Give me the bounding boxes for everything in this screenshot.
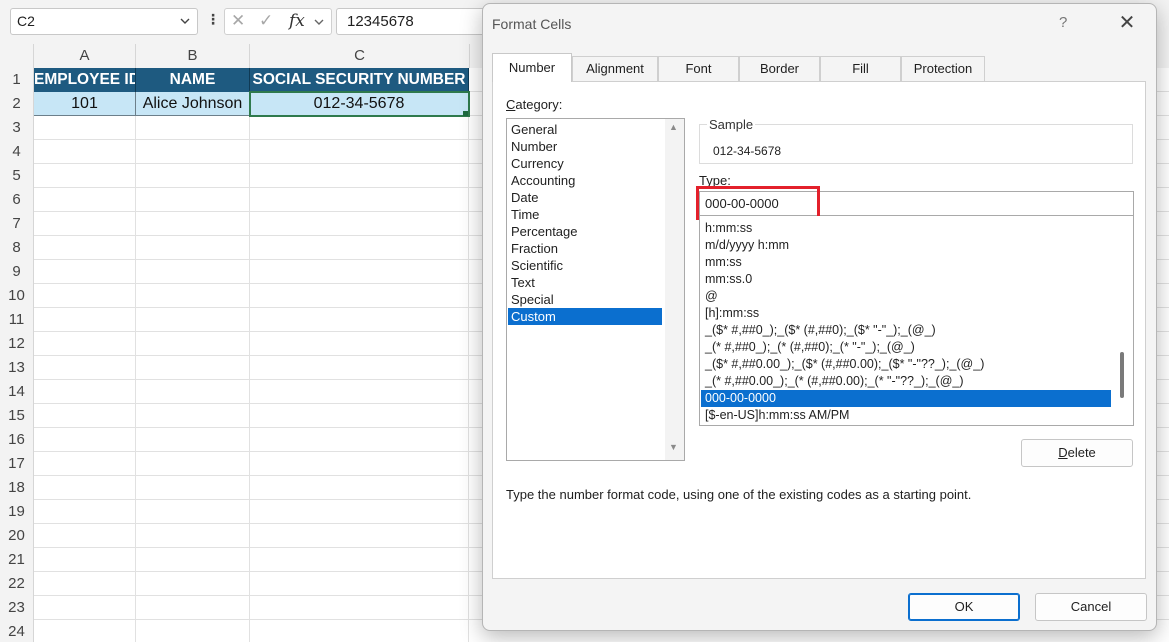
more-options-icon[interactable]: ⋮ [206, 11, 220, 28]
name-box-value: C2 [17, 13, 35, 29]
cell-a2[interactable]: 101 [34, 92, 136, 116]
row-header[interactable]: 22 [0, 572, 33, 596]
sample-value: 012-34-5678 [713, 144, 782, 158]
tab-number[interactable]: Number [492, 53, 572, 82]
row-header[interactable]: 11 [0, 308, 33, 332]
row-header[interactable]: 20 [0, 524, 33, 548]
tab-protection[interactable]: Protection [901, 56, 985, 81]
category-item[interactable]: Percentage [508, 223, 662, 240]
row-header[interactable]: 24 [0, 620, 33, 642]
category-item[interactable]: Custom [508, 308, 662, 325]
category-item[interactable]: Number [508, 138, 662, 155]
tab-fill[interactable]: Fill [820, 56, 901, 81]
tab-font[interactable]: Font [658, 56, 739, 81]
insert-function-icon[interactable]: fx [289, 11, 305, 31]
category-item[interactable]: Currency [508, 155, 662, 172]
category-list[interactable]: ▲ ▼ General Number Currency Accounting Date T… [506, 118, 685, 461]
cell-b1[interactable]: NAME [136, 68, 250, 92]
close-button[interactable]: ✕ [1113, 9, 1141, 37]
row-header[interactable]: 15 [0, 404, 33, 428]
column-header-b[interactable]: B [136, 44, 250, 68]
row-header[interactable]: 23 [0, 596, 33, 620]
select-all-corner[interactable] [0, 44, 34, 68]
row-header[interactable]: 9 [0, 260, 33, 284]
format-code-item[interactable]: mm:ss [701, 254, 1111, 271]
format-code-item[interactable]: _($* #,##0.00_);_($* (#,##0.00);_($* "-"… [701, 356, 1111, 373]
formula-buttons: ✕ ✓ fx [224, 8, 332, 35]
hint-text: Type the number format code, using one o… [506, 487, 972, 502]
row-header[interactable]: 12 [0, 332, 33, 356]
type-highlight-annotation [696, 186, 820, 220]
format-code-item[interactable]: [h]:mm:ss [701, 305, 1111, 322]
chevron-down-icon[interactable] [179, 9, 191, 42]
delete-button[interactable]: Delete [1021, 439, 1133, 467]
row-header[interactable]: 21 [0, 548, 33, 572]
format-code-item[interactable]: h:mm:ss [701, 220, 1111, 237]
cancel-entry-icon[interactable]: ✕ [231, 11, 245, 31]
format-code-item[interactable]: @ [701, 288, 1111, 305]
format-code-item[interactable]: _($* #,##0_);_($* (#,##0);_($* "-"_);_(@… [701, 322, 1111, 339]
category-item[interactable]: Fraction [508, 240, 662, 257]
scroll-thumb[interactable] [1120, 352, 1124, 398]
cell-c1[interactable]: SOCIAL SECURITY NUMBER [250, 68, 469, 92]
ok-button[interactable]: OK [908, 593, 1020, 621]
category-scrollbar[interactable]: ▲ ▼ [665, 119, 684, 460]
row-header[interactable]: 4 [0, 140, 33, 164]
row-header[interactable]: 8 [0, 236, 33, 260]
row-header[interactable]: 5 [0, 164, 33, 188]
fill-handle[interactable] [463, 111, 468, 116]
row-header[interactable]: 14 [0, 380, 33, 404]
chevron-down-icon[interactable] [313, 13, 325, 36]
category-item[interactable]: Text [508, 274, 662, 291]
row-header[interactable]: 10 [0, 284, 33, 308]
scroll-down-icon[interactable]: ▼ [669, 442, 678, 452]
format-code-list[interactable]: h:mm:ss m/d/yyyy h:mm mm:ss mm:ss.0 @ [h]:mm:… [699, 216, 1134, 426]
sample-label: Sample [707, 117, 756, 132]
row-header[interactable]: 16 [0, 428, 33, 452]
format-code-item[interactable]: 000-00-0000 [701, 390, 1111, 407]
cell-b2[interactable]: Alice Johnson [136, 92, 250, 116]
row-header[interactable]: 2 [0, 92, 33, 116]
format-list-scrollbar[interactable] [1111, 216, 1133, 425]
cell-c2[interactable]: 012-34-5678 [249, 91, 470, 117]
row-headers: 1 2 3 4 5 6 7 8 9 10 11 12 13 14 15 16 17 18 19 20 21 22 23 24 [0, 68, 34, 642]
row-header[interactable]: 13 [0, 356, 33, 380]
category-item[interactable]: Scientific [508, 257, 662, 274]
format-code-item[interactable]: [$-en-US]h:mm:ss AM/PM [701, 407, 1111, 424]
cell-a1[interactable]: EMPLOYEE ID [34, 68, 136, 92]
confirm-entry-icon[interactable]: ✓ [259, 11, 273, 31]
row-header[interactable]: 3 [0, 116, 33, 140]
category-item[interactable]: Date [508, 189, 662, 206]
sample-box: 012-34-5678 [699, 124, 1133, 164]
cancel-button[interactable]: Cancel [1035, 593, 1147, 621]
category-item[interactable]: Accounting [508, 172, 662, 189]
number-tab-panel: Category: ▲ ▼ General Number Currency Accou… [492, 81, 1146, 579]
format-code-item[interactable]: _(* #,##0_);_(* (#,##0);_(* "-"_);_(@_) [701, 339, 1111, 356]
category-item[interactable]: Time [508, 206, 662, 223]
row-header[interactable]: 17 [0, 452, 33, 476]
scroll-up-icon[interactable]: ▲ [669, 122, 678, 132]
category-label: Category: [506, 97, 563, 112]
format-cells-dialog: Format Cells ? ✕ Number Alignment Font B… [482, 3, 1157, 631]
tab-border[interactable]: Border [739, 56, 820, 81]
row-header[interactable]: 6 [0, 188, 33, 212]
tab-alignment[interactable]: Alignment [572, 56, 658, 81]
row-header[interactable]: 18 [0, 476, 33, 500]
format-code-item[interactable]: mm:ss.0 [701, 271, 1111, 288]
format-code-item[interactable]: m/d/yyyy h:mm [701, 237, 1111, 254]
dialog-title: Format Cells [492, 16, 572, 32]
category-item[interactable]: General [508, 121, 662, 138]
row-header[interactable]: 1 [0, 68, 33, 92]
format-code-item[interactable]: _(* #,##0.00_);_(* (#,##0.00);_(* "-"??_… [701, 373, 1111, 390]
row-header[interactable]: 7 [0, 212, 33, 236]
row-header[interactable]: 19 [0, 500, 33, 524]
column-header-a[interactable]: A [34, 44, 136, 68]
category-item[interactable]: Special [508, 291, 662, 308]
column-header-c[interactable]: C [250, 44, 470, 68]
help-button[interactable]: ? [1059, 14, 1067, 31]
name-box[interactable]: C2 [10, 8, 198, 35]
